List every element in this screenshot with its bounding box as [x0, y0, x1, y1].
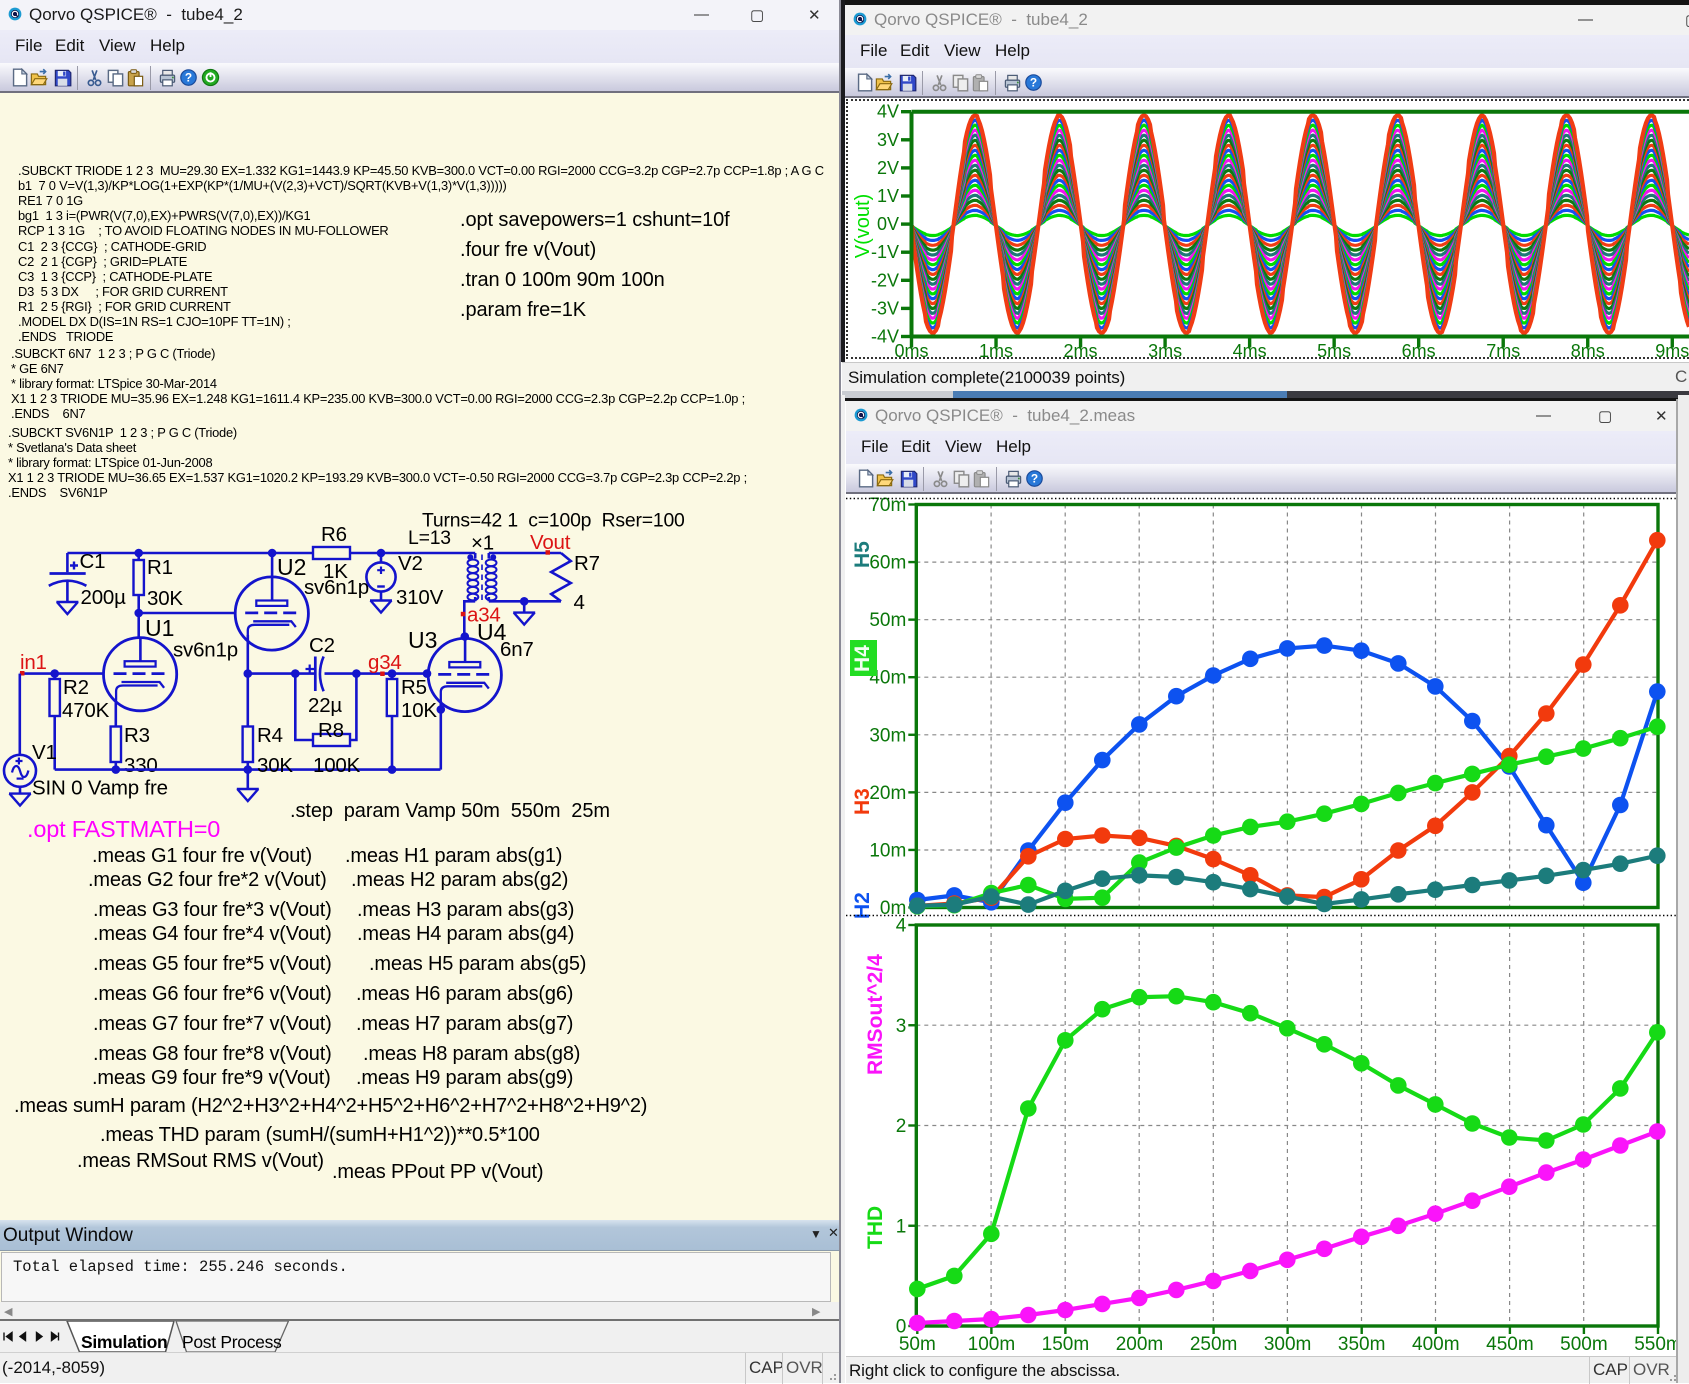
svg-text:?: ?	[1031, 472, 1038, 486]
svg-text:U2: U2	[277, 554, 306, 580]
svg-text:100m: 100m	[968, 1334, 1016, 1355]
svg-text:3V: 3V	[877, 130, 899, 150]
svg-text:1K: 1K	[323, 560, 348, 583]
svg-text:U1: U1	[145, 615, 174, 641]
svg-text:-1V: -1V	[871, 242, 899, 262]
svg-text:C2: C2	[309, 634, 335, 657]
svg-text:C1: C1	[80, 550, 106, 573]
svg-text:Post Process: Post Process	[182, 1332, 282, 1352]
svg-text:1ms: 1ms	[979, 341, 1013, 361]
svg-text:50m: 50m	[899, 1334, 936, 1355]
svg-text:8ms: 8ms	[1571, 341, 1605, 361]
svg-text:470K: 470K	[62, 699, 110, 722]
svg-text:200m: 200m	[1116, 1334, 1164, 1355]
svg-text:350m: 350m	[1338, 1334, 1386, 1355]
svg-text:V1: V1	[32, 741, 57, 764]
svg-text:450m: 450m	[1486, 1334, 1534, 1355]
svg-text:in1: in1	[20, 651, 47, 674]
svg-text:7ms: 7ms	[1486, 341, 1520, 361]
svg-text:a34: a34	[467, 604, 501, 627]
svg-text:3: 3	[896, 1016, 907, 1037]
svg-text:60m: 60m	[869, 553, 906, 574]
svg-text:R2: R2	[63, 676, 89, 699]
svg-text:1: 1	[896, 1216, 907, 1237]
svg-text:310V: 310V	[396, 586, 444, 609]
svg-text:100K: 100K	[313, 754, 361, 777]
svg-text:5ms: 5ms	[1317, 341, 1351, 361]
svg-text:20m: 20m	[869, 783, 906, 804]
svg-text:?: ?	[1030, 76, 1037, 90]
svg-text:4: 4	[896, 916, 907, 937]
svg-text:150m: 150m	[1042, 1334, 1090, 1355]
svg-text:10K: 10K	[401, 699, 437, 722]
svg-text:V(vout): V(vout)	[852, 194, 874, 258]
svg-text:L=13: L=13	[408, 527, 451, 549]
svg-text:50m: 50m	[869, 610, 906, 631]
svg-text:400m: 400m	[1412, 1334, 1460, 1355]
svg-text:g34: g34	[368, 651, 402, 674]
svg-text:550m: 550m	[1634, 1334, 1678, 1355]
svg-text:RMSout^2/4: RMSout^2/4	[864, 954, 887, 1075]
svg-text:Turns=42 1 c=100p Rser=100: Turns=42 1 c=100p Rser=100	[422, 510, 685, 532]
svg-text:R4: R4	[257, 724, 283, 747]
svg-text:Simulation: Simulation	[81, 1332, 167, 1352]
svg-text:4ms: 4ms	[1233, 341, 1267, 361]
svg-text:THD: THD	[864, 1206, 887, 1249]
svg-text:-3V: -3V	[871, 298, 899, 318]
svg-text:U3: U3	[408, 627, 437, 653]
svg-text:6ms: 6ms	[1402, 341, 1436, 361]
svg-text:R1: R1	[147, 556, 173, 579]
svg-text:2ms: 2ms	[1064, 341, 1098, 361]
svg-text:330: 330	[124, 754, 158, 777]
svg-text:H4: H4	[851, 645, 874, 672]
svg-text:-2V: -2V	[871, 270, 899, 290]
svg-text:10m: 10m	[869, 840, 906, 861]
svg-text:Vout: Vout	[530, 531, 571, 554]
svg-text:sv6n1p: sv6n1p	[173, 639, 238, 662]
svg-text:?: ?	[185, 71, 192, 85]
svg-text:R7: R7	[574, 552, 600, 575]
svg-text:30m: 30m	[869, 725, 906, 746]
svg-text:250m: 250m	[1190, 1334, 1238, 1355]
svg-text:R5: R5	[401, 676, 427, 699]
svg-text:30K: 30K	[147, 587, 183, 610]
svg-text:0ms: 0ms	[894, 341, 928, 361]
svg-text:R8: R8	[318, 719, 344, 742]
svg-text:9ms: 9ms	[1655, 341, 1689, 361]
svg-text:H5: H5	[851, 541, 874, 568]
svg-text:×1: ×1	[471, 532, 494, 555]
svg-text:2: 2	[896, 1116, 907, 1137]
svg-text:H3: H3	[851, 788, 874, 815]
svg-text:4: 4	[574, 591, 585, 614]
svg-text:V2: V2	[398, 552, 423, 575]
svg-text:200µ: 200µ	[81, 586, 127, 609]
svg-text:R3: R3	[124, 724, 150, 747]
svg-text:0V: 0V	[877, 214, 899, 234]
svg-text:6n7: 6n7	[500, 638, 534, 661]
svg-text:3ms: 3ms	[1148, 341, 1182, 361]
svg-text:1V: 1V	[877, 186, 899, 206]
svg-text:30K: 30K	[257, 754, 293, 777]
svg-text:2V: 2V	[877, 158, 899, 178]
svg-text:500m: 500m	[1560, 1334, 1608, 1355]
svg-text:4V: 4V	[877, 102, 899, 122]
svg-text:SIN 0 Vamp fre: SIN 0 Vamp fre	[32, 777, 168, 800]
svg-text:R6: R6	[321, 523, 347, 546]
svg-text:22µ: 22µ	[308, 694, 342, 717]
svg-text:300m: 300m	[1264, 1334, 1312, 1355]
